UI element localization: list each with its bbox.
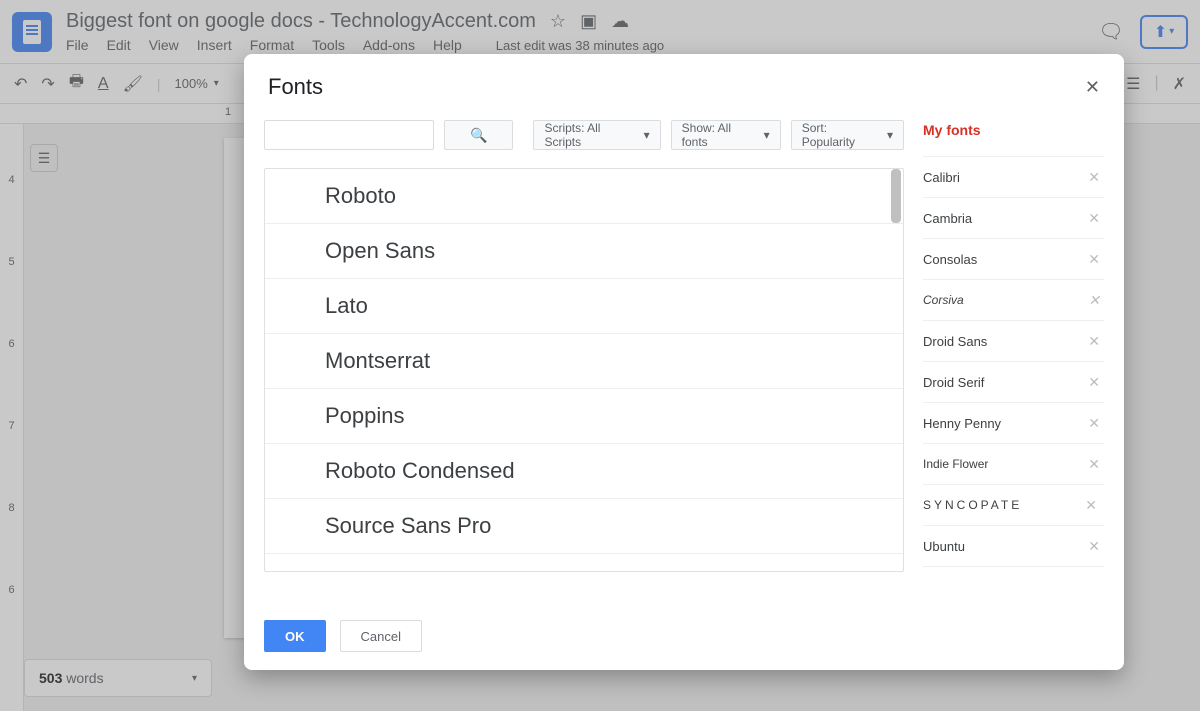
chevron-down-icon: ▾ (764, 128, 770, 142)
font-row-lato[interactable]: Lato (265, 279, 903, 334)
my-fonts-heading: My fonts (923, 122, 1104, 138)
scrollbar-thumb[interactable] (891, 169, 901, 223)
dialog-title: Fonts (268, 74, 323, 100)
search-icon: 🔍 (470, 127, 487, 144)
fonts-dialog: Fonts ✕ 🔍 Scripts: All Scripts▾ Show: Al… (244, 54, 1124, 670)
myfont-ubuntu[interactable]: Ubuntu✕ (923, 526, 1104, 567)
my-fonts-list: Calibri✕ Cambria✕ Consolas✕ Corsiva✕ Dro… (923, 156, 1104, 567)
myfont-consolas[interactable]: Consolas✕ (923, 239, 1104, 280)
undo-icon[interactable]: ↶ (14, 74, 27, 94)
sort-filter[interactable]: Sort: Popularity▾ (791, 120, 904, 150)
redo-icon[interactable]: ↷ (41, 74, 54, 94)
remove-icon[interactable]: ✕ (1088, 333, 1100, 350)
myfont-droid-sans[interactable]: Droid Sans✕ (923, 321, 1104, 362)
vertical-ruler[interactable]: 4 5 6 7 8 6 (0, 124, 24, 711)
search-button[interactable]: 🔍 (444, 120, 513, 150)
remove-icon[interactable]: ✕ (1088, 210, 1100, 227)
clear-formatting-icon[interactable]: ✗ (1173, 74, 1186, 94)
font-search-input[interactable] (264, 120, 434, 150)
menu-tools[interactable]: Tools (312, 37, 345, 53)
upload-icon: ⬆ (1154, 22, 1167, 42)
font-row-roboto-condensed[interactable]: Roboto Condensed (265, 444, 903, 499)
font-row-poppins[interactable]: Poppins (265, 389, 903, 444)
zoom-select[interactable]: 100% ▾ (175, 76, 219, 91)
menu-edit[interactable]: Edit (107, 37, 131, 53)
comments-icon[interactable]: 🗨 (1094, 15, 1128, 49)
remove-icon[interactable]: ✕ (1088, 456, 1100, 473)
remove-icon[interactable]: ✕ (1088, 538, 1100, 555)
menu-file[interactable]: File (66, 37, 89, 53)
menu-addons[interactable]: Add-ons (363, 37, 415, 53)
remove-icon[interactable]: ✕ (1088, 415, 1100, 432)
menu-format[interactable]: Format (250, 37, 294, 53)
remove-icon[interactable]: ✕ (1088, 292, 1100, 309)
remove-icon[interactable]: ✕ (1088, 374, 1100, 391)
myfont-cambria[interactable]: Cambria✕ (923, 198, 1104, 239)
scripts-filter[interactable]: Scripts: All Scripts▾ (533, 120, 660, 150)
spellcheck-icon[interactable]: A (98, 75, 109, 93)
chevron-down-icon: ▾ (214, 78, 219, 89)
font-row-roboto[interactable]: Roboto (265, 169, 903, 224)
remove-icon[interactable]: ✕ (1085, 497, 1100, 514)
menu-view[interactable]: View (149, 37, 179, 53)
docs-logo[interactable] (12, 12, 52, 52)
font-row-source-sans-pro[interactable]: Source Sans Pro (265, 499, 903, 554)
font-row-montserrat[interactable]: Montserrat (265, 334, 903, 389)
menu-help[interactable]: Help (433, 37, 462, 53)
print-icon[interactable]: 🖶 (69, 70, 84, 97)
font-list[interactable]: Roboto Open Sans Lato Montserrat Poppins… (264, 168, 904, 572)
move-icon[interactable]: ▣ (580, 11, 597, 32)
chevron-down-icon: ▾ (1169, 26, 1174, 37)
star-icon[interactable]: ☆ (550, 11, 566, 32)
bullets-icon[interactable]: ☰ (1126, 74, 1140, 94)
last-edit-label[interactable]: Last edit was 38 minutes ago (496, 38, 664, 53)
ok-button[interactable]: OK (264, 620, 326, 652)
outline-icon[interactable]: ☰ (30, 144, 58, 172)
myfont-corsiva[interactable]: Corsiva✕ (923, 280, 1104, 321)
menu-insert[interactable]: Insert (197, 37, 232, 53)
cancel-button[interactable]: Cancel (340, 620, 422, 652)
paint-format-icon[interactable]: 🖌 (123, 74, 143, 94)
chevron-down-icon: ▾ (644, 128, 650, 142)
close-icon[interactable]: ✕ (1085, 77, 1100, 98)
cloud-status-icon[interactable]: ☁ (611, 11, 629, 32)
chevron-down-icon: ▾ (887, 128, 893, 142)
share-button[interactable]: ⬆▾ (1140, 15, 1188, 49)
myfont-syncopate[interactable]: Syncopate✕ (923, 485, 1104, 526)
chevron-down-icon: ▾ (192, 673, 197, 684)
show-filter[interactable]: Show: All fonts▾ (671, 120, 781, 150)
font-row-open-sans[interactable]: Open Sans (265, 224, 903, 279)
myfont-henny-penny[interactable]: Henny Penny✕ (923, 403, 1104, 444)
myfont-calibri[interactable]: Calibri✕ (923, 157, 1104, 198)
document-title[interactable]: Biggest font on google docs - Technology… (66, 10, 536, 33)
myfont-indie-flower[interactable]: Indie Flower✕ (923, 444, 1104, 485)
word-count[interactable]: 503 words ▾ (24, 659, 212, 697)
remove-icon[interactable]: ✕ (1088, 251, 1100, 268)
myfont-droid-serif[interactable]: Droid Serif✕ (923, 362, 1104, 403)
remove-icon[interactable]: ✕ (1088, 169, 1100, 186)
menu-bar: File Edit View Insert Format Tools Add-o… (66, 37, 664, 53)
